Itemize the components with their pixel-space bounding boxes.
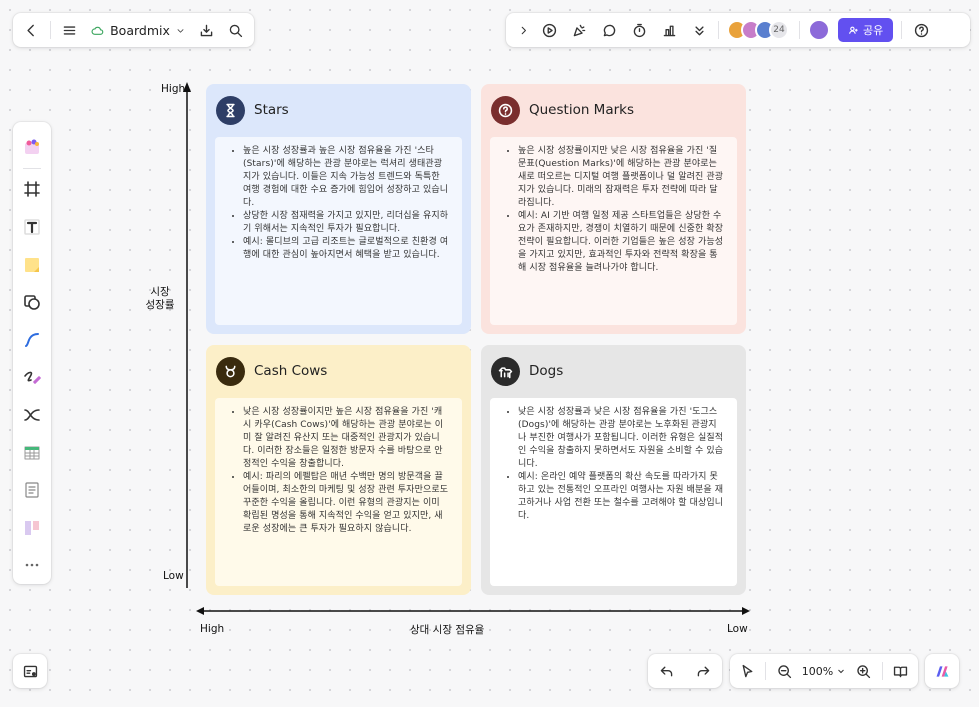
- zoom-out-icon[interactable]: [770, 656, 797, 686]
- search-icon[interactable]: [221, 15, 250, 45]
- board-name-dropdown[interactable]: Boardmix: [84, 16, 192, 44]
- select-icon[interactable]: [734, 656, 761, 686]
- pen-icon[interactable]: [14, 321, 50, 359]
- list-item: 예시: 온라인 예약 플랫폼의 확산 속도를 따라가지 못하고 있는 전통적인 …: [518, 471, 725, 523]
- list-item: 상당한 시장 점재력을 가지고 있지만, 리더십을 유지하기 위해서는 지속적인…: [243, 210, 450, 236]
- quadrant-title: Dogs: [529, 363, 564, 379]
- brand-icon[interactable]: [927, 656, 957, 686]
- frame-icon[interactable]: [14, 171, 50, 209]
- chevron-right-icon[interactable]: [512, 15, 534, 45]
- x-axis-high-label: High: [200, 623, 225, 635]
- hourglass-icon: [216, 95, 245, 125]
- chevron-double-down-icon[interactable]: [684, 15, 714, 45]
- divider: [799, 21, 800, 39]
- y-axis-low-label: Low: [163, 570, 184, 582]
- list-item: 낮은 시장 성장률과 낮은 시장 점유율을 가진 '도그스(Dogs)'에 해당…: [518, 406, 725, 471]
- zoom-in-icon[interactable]: [850, 656, 877, 686]
- bull-icon: [216, 356, 245, 386]
- document-icon[interactable]: [14, 471, 50, 509]
- divider: [901, 21, 903, 39]
- comment-icon[interactable]: [594, 15, 624, 45]
- quadrant-title: Question Marks: [529, 102, 634, 118]
- play-icon[interactable]: [534, 15, 564, 45]
- shape-icon[interactable]: [14, 283, 50, 321]
- text-icon[interactable]: [14, 208, 50, 246]
- quadrant-cash-cows[interactable]: Cash Cows 낮은 시장 성장률이지만 높은 시장 점유율을 가진 '캐시…: [206, 345, 471, 595]
- brand-panel: [925, 654, 959, 688]
- left-toolbar: [13, 122, 51, 584]
- board-name: Boardmix: [110, 22, 170, 38]
- help-icon[interactable]: [906, 15, 936, 45]
- quadrant-body: 낮은 시장 성장률과 낮은 시장 점유율을 가진 '도그스(Dogs)'에 해당…: [490, 398, 737, 586]
- quadrant-body: 낮은 시장 성장률이지만 높은 시장 점유율을 가진 '캐시 카우(Cash C…: [215, 398, 462, 586]
- minimap-icon[interactable]: [15, 656, 45, 686]
- divider: [881, 662, 883, 680]
- chevron-down-icon: [177, 28, 184, 33]
- y-axis-title-line2: 성장률: [145, 299, 175, 311]
- cloud-icon: [91, 26, 104, 35]
- quadrant-question-marks[interactable]: Question Marks 높은 시장 성장률이지만 낮은 시장 점유율을 가…: [481, 84, 746, 334]
- highlighter-icon[interactable]: [14, 359, 50, 397]
- quadrant-body: 높은 시장 성장률과 높은 시장 점유율을 가진 '스타(Stars)'에 해당…: [215, 137, 462, 325]
- quadrant-stars[interactable]: Stars 높은 시장 성장률과 높은 시장 점유율을 가진 '스타(Stars…: [206, 84, 471, 334]
- history-panel: [648, 654, 722, 688]
- kanban-icon[interactable]: [14, 509, 50, 547]
- divider: [23, 167, 41, 169]
- back-icon[interactable]: [17, 15, 46, 45]
- dog-icon: [491, 356, 520, 386]
- share-button[interactable]: 공유: [838, 18, 894, 42]
- table-icon[interactable]: [14, 434, 50, 472]
- list-item: 높은 시장 성장률이지만 낮은 시장 점유율을 가진 '질문표(Question…: [518, 145, 725, 210]
- more-icon[interactable]: [14, 547, 50, 585]
- divider: [50, 21, 52, 39]
- vote-icon[interactable]: [654, 15, 684, 45]
- timer-icon[interactable]: [624, 15, 654, 45]
- avatar-count: 24: [769, 20, 789, 40]
- y-axis-title: 시장 성장률: [140, 286, 180, 312]
- divider: [765, 662, 767, 680]
- top-left-toolbar: Boardmix: [13, 13, 254, 47]
- x-axis-title: 상대 시장 점유율: [410, 624, 485, 636]
- quadrant-title: Stars: [254, 102, 289, 118]
- x-axis-low-label: Low: [727, 623, 748, 635]
- top-right-toolbar: 24 공유: [506, 13, 970, 47]
- current-user-avatar[interactable]: [808, 19, 830, 41]
- quadrant-title: Cash Cows: [254, 363, 328, 379]
- quadrant-body: 높은 시장 성장률이지만 낮은 시장 점유율을 가진 '질문표(Question…: [490, 137, 737, 325]
- question-icon: [491, 95, 520, 125]
- template-icon[interactable]: [14, 128, 50, 166]
- list-item: 높은 시장 성장률과 높은 시장 점유율을 가진 '스타(Stars)'에 해당…: [243, 145, 450, 210]
- sticky-note-icon[interactable]: [14, 246, 50, 284]
- y-axis-high-label: High: [161, 83, 186, 95]
- collaborator-avatars[interactable]: 24: [727, 20, 789, 40]
- connector-icon[interactable]: [14, 396, 50, 434]
- y-axis-title-line1: 시장: [150, 286, 170, 298]
- user-add-icon: [849, 26, 858, 34]
- list-item: 예시: 몰디브의 고급 리조트는 글로벌적으로 친환경 여행에 대한 관심이 높…: [243, 236, 450, 262]
- menu-icon[interactable]: [55, 15, 84, 45]
- celebrate-icon[interactable]: [564, 15, 594, 45]
- list-item: 낮은 시장 성장률이지만 높은 시장 점유율을 가진 '캐시 카우(Cash C…: [243, 406, 450, 471]
- zoom-level-dropdown[interactable]: 100%: [798, 665, 850, 678]
- download-icon[interactable]: [192, 15, 221, 45]
- list-item: 예시: 파리의 에펠탑은 매년 수백만 명의 방문객을 끌어들이며, 최소한의 …: [243, 471, 450, 536]
- zoom-panel: 100%: [730, 654, 918, 688]
- share-label: 공유: [863, 24, 884, 37]
- quadrant-dogs[interactable]: Dogs 낮은 시장 성장률과 낮은 시장 점유율을 가진 '도그스(Dogs)…: [481, 345, 746, 595]
- minimap-panel: [13, 654, 47, 688]
- book-icon[interactable]: [887, 656, 914, 686]
- list-item: 예시: AI 기반 여행 일정 제공 스타트업들은 상당한 수요가 존재하지만,…: [518, 210, 725, 275]
- redo-icon[interactable]: [689, 656, 719, 686]
- undo-icon[interactable]: [652, 656, 682, 686]
- zoom-level: 100%: [801, 664, 834, 678]
- divider: [718, 21, 719, 39]
- chevron-down-icon: [838, 669, 845, 674]
